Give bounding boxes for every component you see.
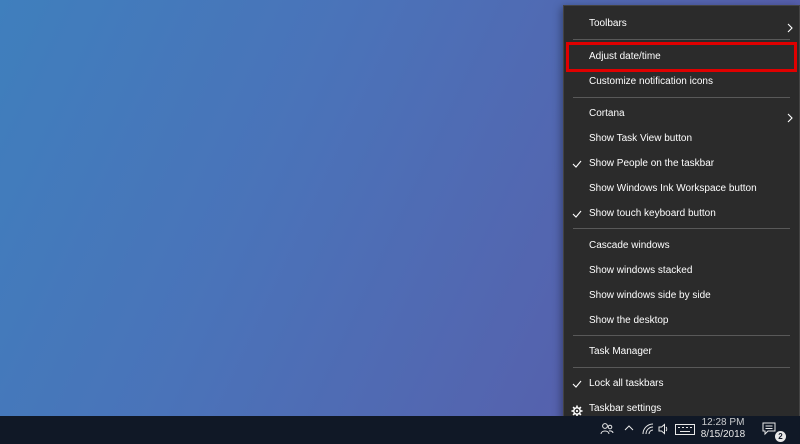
clock-time: 12:28 PM xyxy=(701,417,745,428)
menu-item-cortana[interactable]: Cortana xyxy=(564,102,799,126)
menu-separator xyxy=(573,228,790,229)
menu-item-customize-notification-icons[interactable]: Customize notification icons xyxy=(564,70,799,94)
menu-item-label: Lock all taskbars xyxy=(589,378,664,389)
system-tray: 12:28 PM 8/15/2018 2 xyxy=(590,416,800,444)
menu-item-show-the-desktop[interactable]: Show the desktop xyxy=(564,309,799,333)
menu-item-cascade-windows[interactable]: Cascade windows xyxy=(564,234,799,258)
menu-item-show-windows-ink[interactable]: Show Windows Ink Workspace button xyxy=(564,177,799,201)
volume-icon[interactable] xyxy=(658,423,670,435)
menu-item-task-manager[interactable]: Task Manager xyxy=(564,340,799,364)
menu-separator xyxy=(573,335,790,336)
menu-item-lock-all-taskbars[interactable]: Lock all taskbars xyxy=(564,372,799,396)
keyboard-icon[interactable] xyxy=(675,424,695,435)
action-center-icon[interactable] xyxy=(762,422,776,436)
menu-item-label: Show windows stacked xyxy=(589,265,693,276)
menu-item-label: Show Task View button xyxy=(589,133,693,144)
menu-item-show-people[interactable]: Show People on the taskbar xyxy=(564,152,799,176)
menu-separator xyxy=(573,39,790,40)
people-icon[interactable] xyxy=(600,422,614,436)
taskbar-clock[interactable]: 12:28 PM 8/15/2018 xyxy=(698,416,748,441)
menu-item-label: Show People on the taskbar xyxy=(589,158,715,169)
clock-date: 8/15/2018 xyxy=(700,429,746,440)
menu-item-label: Show Windows Ink Workspace button xyxy=(589,183,757,194)
menu-separator xyxy=(573,367,790,368)
menu-item-label: Customize notification icons xyxy=(589,76,713,87)
menu-item-label: Toolbars xyxy=(589,18,627,29)
chevron-up-icon[interactable] xyxy=(624,425,634,431)
wifi-icon[interactable] xyxy=(642,423,654,435)
menu-item-label: Cascade windows xyxy=(589,240,670,251)
menu-item-label: Cortana xyxy=(589,108,625,119)
menu-item-label: Show the desktop xyxy=(589,315,669,326)
menu-item-label: Show touch keyboard button xyxy=(589,208,716,219)
notification-count-badge: 2 xyxy=(775,431,786,442)
menu-item-show-windows-side-by-side[interactable]: Show windows side by side xyxy=(564,284,799,308)
menu-item-show-task-view[interactable]: Show Task View button xyxy=(564,127,799,151)
menu-item-toolbars[interactable]: Toolbars xyxy=(564,12,799,36)
menu-item-label: Show windows side by side xyxy=(589,290,711,301)
menu-item-show-touch-keyboard[interactable]: Show touch keyboard button xyxy=(564,202,799,226)
menu-item-label: Task Manager xyxy=(589,346,652,357)
checkmark-icon xyxy=(572,202,582,236)
taskbar[interactable]: 12:28 PM 8/15/2018 2 xyxy=(0,416,800,444)
menu-separator xyxy=(573,97,790,98)
highlight-box xyxy=(566,42,797,72)
menu-item-show-windows-stacked[interactable]: Show windows stacked xyxy=(564,259,799,283)
taskbar-context-menu: Toolbars Adjust date/time Customize noti… xyxy=(563,5,800,427)
